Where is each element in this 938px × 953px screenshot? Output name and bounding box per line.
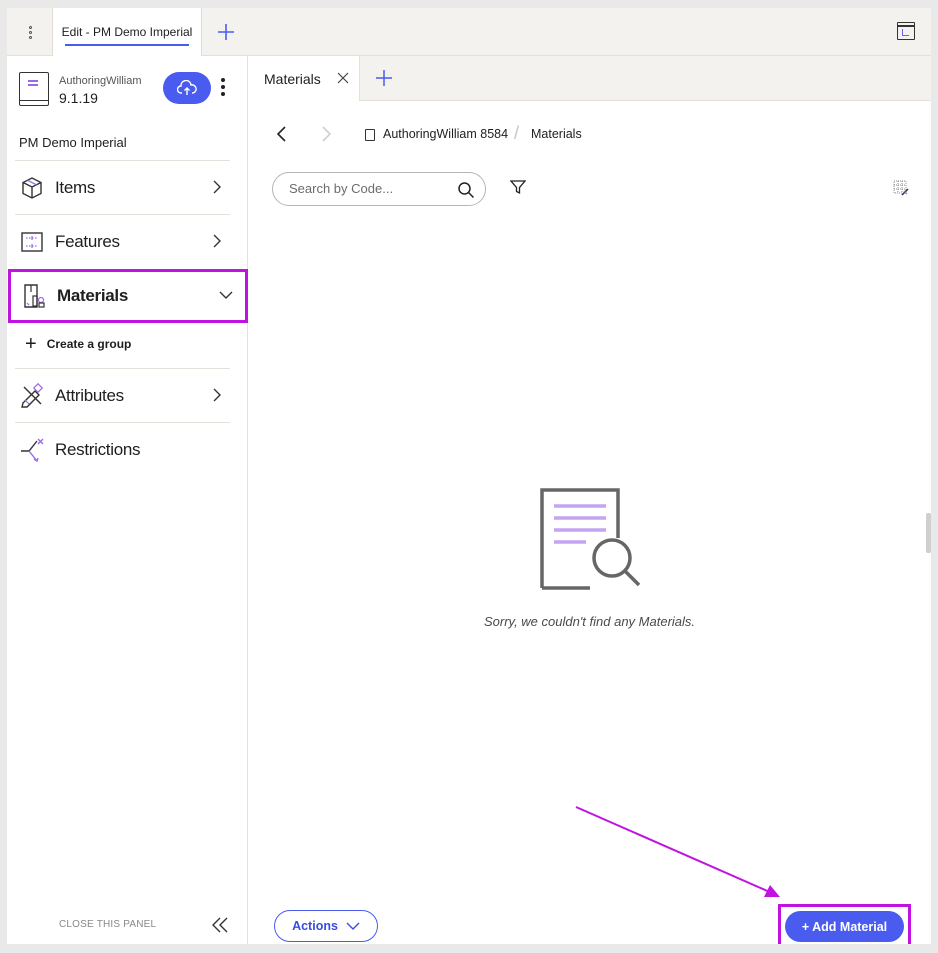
- sidebar-item-materials[interactable]: Materials: [8, 269, 248, 323]
- more-options-icon[interactable]: [217, 78, 229, 98]
- column-settings-icon[interactable]: [892, 179, 910, 197]
- sidebar-item-label: Features: [55, 231, 120, 251]
- scrollbar[interactable]: [926, 513, 931, 553]
- sidebar-item-label: Items: [55, 177, 96, 197]
- project-version: 9.1.19: [59, 90, 98, 106]
- add-material-button[interactable]: + Add Material: [785, 911, 904, 942]
- plus-icon[interactable]: [215, 21, 237, 43]
- sidebar-item-label: Materials: [57, 286, 129, 305]
- features-icon: [19, 229, 45, 255]
- chevron-down-icon: [219, 291, 233, 299]
- publish-button[interactable]: [163, 72, 211, 104]
- filter-icon[interactable]: [510, 179, 526, 195]
- restrictions-icon: [19, 437, 45, 463]
- search-input[interactable]: [289, 181, 449, 196]
- vertical-dots-icon[interactable]: [20, 22, 40, 42]
- tab-label: Materials: [264, 70, 321, 87]
- chevron-right-icon: [213, 388, 221, 402]
- chevron-right-icon[interactable]: [318, 125, 334, 143]
- sidebar-item-features[interactable]: Features: [15, 214, 230, 268]
- document-search-icon: [540, 488, 641, 590]
- plus-icon: +: [25, 333, 37, 355]
- book-icon: [365, 129, 375, 141]
- expand-window-icon[interactable]: [897, 22, 915, 40]
- search-box: [272, 172, 486, 206]
- breadcrumb-current: Materials: [531, 127, 582, 141]
- actions-label: Actions: [292, 919, 338, 933]
- close-panel-button[interactable]: CLOSE THIS PANEL: [59, 919, 156, 930]
- cube-icon: [19, 175, 45, 201]
- main-panel: Materials AuthoringWilliam 8584 / Materi…: [248, 56, 931, 944]
- breadcrumb: AuthoringWilliam 8584 / Materials: [248, 116, 931, 152]
- tab-label: Edit - PM Demo Imperial: [61, 25, 193, 39]
- sidebar-item-attributes[interactable]: Attributes: [15, 368, 230, 422]
- close-icon[interactable]: [337, 72, 349, 84]
- project-name: PM Demo Imperial: [19, 135, 127, 150]
- chevron-left-icon[interactable]: [274, 125, 290, 143]
- top-bar: Edit - PM Demo Imperial: [7, 8, 931, 56]
- app-window: Edit - PM Demo Imperial AuthoringWilliam…: [7, 8, 931, 944]
- create-group-button[interactable]: + Create a group: [25, 329, 131, 359]
- book-icon: [19, 72, 49, 106]
- search-icon[interactable]: [457, 181, 475, 199]
- attributes-icon: [19, 382, 45, 409]
- create-group-label: Create a group: [46, 337, 132, 351]
- sidebar: AuthoringWilliam 9.1.19 PM Demo Imperial…: [7, 56, 248, 944]
- materials-icon: [21, 283, 47, 309]
- cloud-upload-icon: [177, 80, 197, 95]
- tab-materials[interactable]: Materials: [248, 56, 360, 101]
- plus-icon[interactable]: [374, 68, 394, 88]
- active-tab-underline: [65, 44, 189, 46]
- breadcrumb-root[interactable]: AuthoringWilliam 8584: [383, 127, 511, 141]
- double-chevron-left-icon[interactable]: [211, 916, 229, 934]
- sidebar-item-restrictions[interactable]: Restrictions: [15, 422, 230, 476]
- breadcrumb-separator: /: [514, 123, 520, 143]
- add-material-highlight: + Add Material: [778, 904, 911, 944]
- chevron-right-icon: [213, 180, 221, 194]
- sidebar-item-label: Restrictions: [55, 439, 141, 459]
- actions-button[interactable]: Actions: [274, 910, 378, 942]
- chevron-right-icon: [213, 234, 221, 248]
- tab-edit-project[interactable]: Edit - PM Demo Imperial: [53, 8, 201, 56]
- main-tab-bar: Materials: [248, 56, 931, 101]
- empty-message: Sorry, we couldn't find any Materials.: [483, 614, 696, 629]
- project-owner: AuthoringWilliam: [59, 75, 142, 87]
- chevron-down-icon: [346, 922, 360, 930]
- sidebar-item-label: Attributes: [55, 385, 124, 405]
- sidebar-item-items[interactable]: Items: [15, 160, 230, 214]
- divider: [201, 8, 202, 56]
